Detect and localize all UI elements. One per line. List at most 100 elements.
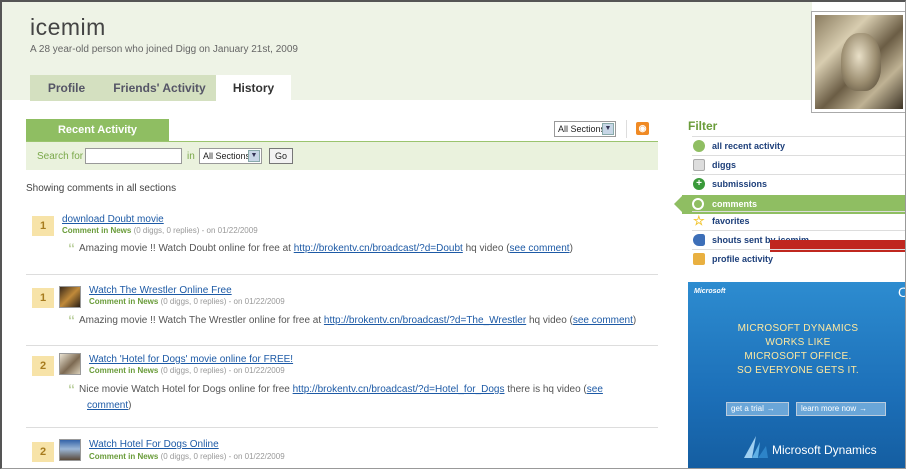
comment-text-post: hq video (: [462, 243, 510, 254]
see-comment-link[interactable]: comment: [87, 400, 128, 411]
entry-meta-type: Comment in News: [89, 366, 159, 375]
entry-divider: [26, 345, 658, 346]
comment-text-post: hq video (: [526, 315, 573, 326]
entry-title-link[interactable]: Watch 'Hotel for Dogs' movie online for …: [89, 354, 293, 365]
quote-icon: “: [68, 240, 75, 256]
ad-logo-text: Microsoft Dynamics: [772, 443, 877, 457]
entry-meta-type: Comment in News: [89, 452, 159, 461]
ad-learn-more-label: learn more now: [801, 404, 857, 413]
arrow-right-icon: →: [766, 404, 775, 413]
asterisk-icon: [693, 140, 705, 152]
ad-line: WORKS LIKE: [765, 337, 831, 348]
ad-trial-label: get a trial: [731, 404, 764, 413]
entry-comment-text-cont: comment): [87, 399, 131, 412]
avatar[interactable]: [812, 12, 905, 112]
entry-meta: Comment in News (0 diggs, 0 replies) - o…: [89, 366, 285, 375]
tab-history[interactable]: History: [216, 75, 291, 101]
comment-link[interactable]: http://brokentv.cn/broadcast/?d=The_Wres…: [324, 315, 526, 326]
search-section-select[interactable]: All Sections ▼: [199, 148, 262, 164]
megaphone-icon: [693, 234, 705, 246]
advertisement[interactable]: Microsoft O MICROSOFT DYNAMICS WORKS LIK…: [688, 282, 905, 468]
profile-icon: [693, 253, 705, 265]
filter-item-all-recent-activity[interactable]: all recent activity: [692, 136, 905, 155]
comment-text-post: there is hq video (: [504, 384, 587, 395]
star-icon: ☆: [693, 213, 705, 228]
entry-meta-type: Comment in News: [89, 297, 159, 306]
profile-tagline: A 28 year-old person who joined Digg on …: [30, 44, 298, 55]
filter-item-label: favorites: [712, 216, 750, 226]
entry-thumbnail[interactable]: [59, 439, 81, 461]
entry-title-link[interactable]: download Doubt movie: [62, 214, 164, 225]
ad-line: MICROSOFT DYNAMICS: [737, 323, 859, 334]
quote-icon: “: [68, 381, 75, 397]
in-label: in: [187, 151, 195, 162]
entry-title-link[interactable]: Watch Hotel For Dogs Online: [89, 439, 219, 450]
rss-icon[interactable]: ◉: [636, 122, 649, 135]
page-frame: icemim A 28 year-old person who joined D…: [0, 0, 906, 469]
filter-item-label: diggs: [712, 160, 736, 170]
comment-close: ): [632, 315, 637, 326]
comment-text: Amazing movie !! Watch The Wrestler onli…: [79, 315, 324, 326]
entry-thumbnail[interactable]: [59, 353, 81, 375]
entry-comment-text: “ Nice movie Watch Hotel for Dogs online …: [68, 381, 603, 397]
entry-meta: Comment in News (0 diggs, 0 replies) - o…: [89, 297, 285, 306]
tab-profile[interactable]: Profile: [30, 75, 103, 101]
entry-divider: [26, 274, 658, 275]
comment-link[interactable]: http://brokentv.cn/broadcast/?d=Doubt: [294, 243, 463, 254]
entry-title-link[interactable]: Watch The Wrestler Online Free: [89, 285, 232, 296]
see-comment-link[interactable]: see comment: [510, 243, 570, 254]
entry-meta: Comment in News (0 diggs, 0 replies) - o…: [62, 226, 258, 235]
chevron-down-icon: ▼: [602, 123, 614, 135]
comment-link[interactable]: http://brokentv.cn/broadcast/?d=Hotel_fo…: [293, 384, 505, 395]
ad-learn-more-button[interactable]: learn more now →: [796, 402, 886, 416]
entry-meta-detail: (0 diggs, 0 replies) - on 01/22/2009: [160, 366, 285, 375]
microsoft-dynamics-logo: [744, 436, 768, 458]
entry-meta-detail: (0 diggs, 0 replies) - on 01/22/2009: [133, 226, 258, 235]
recent-activity-tab[interactable]: Recent Activity: [26, 119, 169, 141]
search-bar: Search for in All Sections ▼ Go: [26, 142, 658, 170]
entry-divider: [26, 427, 658, 428]
avatar-face: [841, 33, 881, 91]
entry-meta-detail: (0 diggs, 0 replies) - on 01/22/2009: [160, 297, 285, 306]
filter-item-profile-activity[interactable]: profile activity: [692, 249, 905, 268]
section-select[interactable]: All Sections ▼: [554, 121, 616, 137]
entry-meta: Comment in News (0 diggs, 0 replies) - o…: [89, 452, 285, 461]
entry-meta-type: Comment in News: [62, 226, 132, 235]
profile-username: icemim: [30, 14, 106, 40]
digg-count-badge[interactable]: 1: [32, 288, 54, 308]
entry-thumbnail[interactable]: [59, 286, 81, 308]
entry-meta-detail: (0 diggs, 0 replies) - on 01/22/2009: [160, 452, 285, 461]
entry-comment-text: “ Amazing movie !! Watch Doubt online for…: [68, 240, 573, 256]
profile-header: icemim A 28 year-old person who joined D…: [2, 2, 812, 101]
ad-edge-glyph: O: [898, 284, 905, 300]
filter-item-label: profile activity: [712, 254, 774, 264]
see-comment-link[interactable]: see comment: [573, 315, 633, 326]
showing-text: Showing comments in all sections: [26, 183, 177, 194]
digg-icon: [693, 159, 705, 171]
entry-comment-text: “ Amazing movie !! Watch The Wrestler onl…: [68, 312, 637, 328]
filter-item-label: submissions: [712, 179, 768, 189]
digg-count-badge[interactable]: 2: [32, 356, 54, 376]
filter-item-favorites[interactable]: ☆ favorites: [692, 211, 905, 230]
ad-trial-button[interactable]: get a trial →: [726, 402, 789, 416]
see-comment-link[interactable]: see: [587, 384, 603, 395]
arrow-right-icon: →: [859, 404, 868, 413]
search-section-select-value: All Sections: [203, 151, 251, 161]
tab-friends-activity[interactable]: Friends' Activity: [103, 75, 216, 101]
quote-icon: “: [68, 312, 75, 328]
ad-brand: Microsoft: [694, 288, 726, 295]
filter-item-submissions[interactable]: + submissions: [692, 174, 905, 193]
filter-item-diggs[interactable]: diggs: [692, 155, 905, 174]
section-select-value: All Sections: [558, 124, 606, 134]
go-button[interactable]: Go: [269, 148, 293, 164]
search-input[interactable]: [85, 148, 182, 164]
ad-line: SO EVERYONE GETS IT.: [737, 365, 859, 376]
plus-icon: +: [693, 178, 705, 190]
filter-item-label: all recent activity: [712, 141, 786, 151]
digg-count-badge[interactable]: 1: [32, 216, 54, 236]
comment-close: ): [569, 243, 573, 254]
digg-count-badge[interactable]: 2: [32, 442, 54, 462]
rss-separator: [626, 120, 627, 138]
filter-item-label: comments: [712, 199, 758, 209]
chevron-down-icon: ▼: [248, 150, 260, 162]
